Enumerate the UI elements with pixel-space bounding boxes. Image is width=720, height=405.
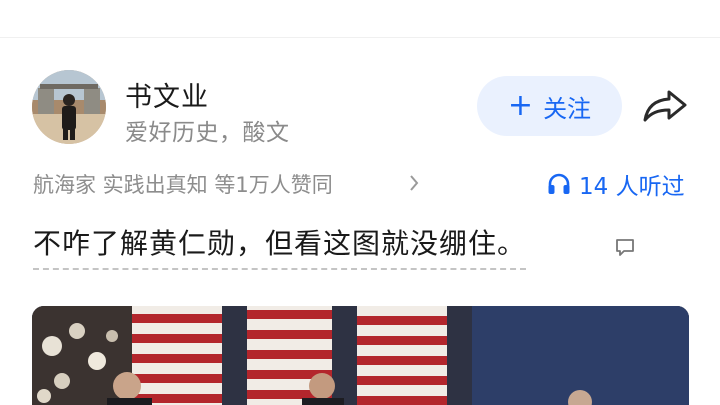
listen-label: 14 人听过	[579, 174, 685, 200]
author-header: 书文业 爱好历史，酸文 + 关注	[0, 62, 720, 152]
answer-meta: 航海家 实践出真知 等1万人赞同 14 人听过	[0, 166, 720, 200]
follow-label: 关注	[543, 94, 592, 123]
share-arrow-icon	[643, 90, 687, 122]
top-bar	[0, 0, 720, 38]
chevron-right-icon	[410, 175, 419, 191]
avatar-photo	[32, 70, 106, 144]
follow-button[interactable]: + 关注	[477, 76, 622, 136]
headphone-icon	[548, 173, 570, 194]
comment-icon[interactable]	[614, 236, 636, 258]
endorsement-text[interactable]: 航海家 实践出真知 等1万人赞同	[33, 169, 333, 199]
plus-icon: +	[507, 88, 534, 123]
event-photo	[32, 306, 689, 405]
answer-text[interactable]: 不咋了解黄仁勋，但看这图就没绷住。	[33, 222, 527, 270]
listen-count[interactable]: 14 人听过	[546, 167, 685, 201]
author-avatar[interactable]	[32, 70, 106, 144]
share-button[interactable]	[638, 84, 692, 128]
answer-image[interactable]	[32, 306, 689, 405]
author-name[interactable]: 书文业	[125, 75, 209, 114]
author-bio: 爱好历史，酸文	[125, 120, 290, 146]
